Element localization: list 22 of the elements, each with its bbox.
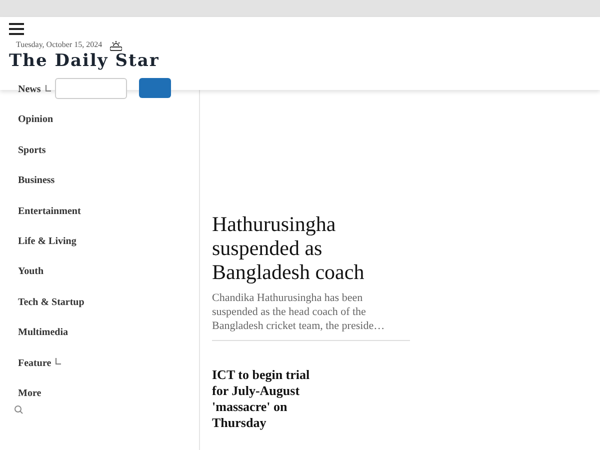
search-field[interactable] <box>55 78 127 99</box>
weather-icon <box>110 40 122 50</box>
submenu-icon[interactable] <box>55 358 62 366</box>
nav-link[interactable]: Sports <box>18 142 46 158</box>
nav-link[interactable]: Multimedia <box>18 325 68 340</box>
logo[interactable]: The Daily Star <box>9 53 600 70</box>
nav-link[interactable]: More <box>18 386 42 401</box>
nav-link[interactable]: Life & Living <box>18 234 76 249</box>
article-summary: Chandika Hathurusingha has been suspended as the head coach of the Bangladesh cricket team, the preside… <box>212 292 410 341</box>
headline[interactable]: ICT to begin trial for July-August 'massacre' on Thursday <box>212 366 327 432</box>
nav-link[interactable]: Opinion <box>18 112 54 128</box>
nav-link[interactable]: Feature <box>18 356 52 371</box>
search-icon[interactable] <box>14 405 23 414</box>
headline[interactable]: Hathurusingha suspended as Bangladesh coach <box>212 212 410 284</box>
nav-link[interactable]: Business <box>18 173 55 188</box>
nav-link[interactable]: Youth <box>18 264 44 280</box>
nav-link[interactable]: Tech & Startup <box>18 294 84 310</box>
date-text: Tuesday, October 15, 2024 <box>16 39 102 51</box>
nav-link[interactable]: News <box>18 82 41 97</box>
menu-icon[interactable] <box>9 23 24 35</box>
submenu-icon[interactable] <box>44 84 51 92</box>
nav-link[interactable]: Entertainment <box>18 204 81 219</box>
